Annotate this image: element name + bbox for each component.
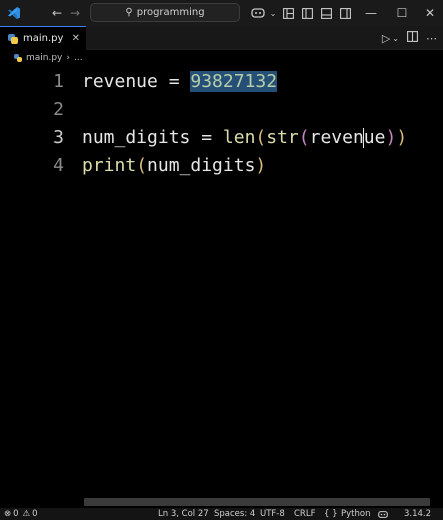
indentation-setting[interactable]: Spaces: 4	[214, 508, 255, 520]
split-editor-icon[interactable]	[407, 31, 418, 45]
code-token-paren: )	[385, 126, 397, 148]
error-count: 0	[13, 509, 19, 519]
breadcrumb-file[interactable]: main.py	[26, 53, 62, 63]
code-token-function: len	[222, 126, 256, 148]
cursor-position[interactable]: Ln 3, Col 27	[158, 508, 209, 520]
command-center-search[interactable]: ⚲ programming	[90, 3, 240, 22]
code-text: revenue = 93827132	[82, 70, 278, 92]
language-mode[interactable]: Python	[341, 508, 370, 520]
line-number: 1	[53, 70, 64, 92]
copilot-chevron-icon[interactable]: ⌄	[269, 4, 277, 22]
forward-arrow-icon[interactable]: →	[66, 4, 84, 22]
search-text: programming	[136, 7, 205, 18]
code-line: 3 num_digits = len(str(revenue))	[0, 123, 443, 151]
tab-main-py[interactable]: main.py ✕	[0, 26, 86, 50]
maximize-icon[interactable]: ☐	[393, 4, 411, 22]
more-actions-icon[interactable]: ⋯	[426, 32, 437, 45]
editor-actions: ▷ ⌄ ⋯	[382, 26, 443, 50]
horizontal-scrollbar[interactable]	[84, 498, 430, 506]
tab-label: main.py	[23, 33, 64, 44]
search-icon: ⚲	[125, 7, 133, 18]
code-token-paren: )	[396, 126, 408, 148]
chevron-right-icon: ›	[66, 53, 70, 63]
error-icon: ⊗	[4, 509, 12, 519]
code-token: revenue =	[82, 70, 191, 92]
run-chevron-icon[interactable]: ⌄	[392, 34, 399, 43]
toggle-secondary-sidebar-icon[interactable]	[338, 4, 352, 22]
code-token: num_digits =	[82, 126, 223, 148]
run-icon[interactable]: ▷	[382, 32, 390, 45]
code-token: ue	[363, 126, 386, 148]
code-token: reven	[309, 126, 364, 148]
breadcrumb: main.py › ...	[0, 50, 443, 66]
code-line: 1 revenue = 93827132	[0, 67, 443, 95]
copilot-icon[interactable]	[247, 4, 269, 22]
title-bar: ← → ⚲ programming ⌄ — ☐ ✕	[0, 0, 443, 26]
line-number: 4	[53, 154, 64, 176]
close-window-icon[interactable]: ✕	[421, 4, 439, 22]
breadcrumb-more[interactable]: ...	[74, 53, 83, 63]
line-number: 2	[53, 98, 64, 120]
warning-icon: ⚠	[22, 509, 31, 519]
layout-icon[interactable]	[281, 4, 295, 22]
editor-tab-bar: main.py ✕ ▷ ⌄ ⋯	[0, 26, 443, 50]
eol-setting[interactable]: CRLF	[294, 508, 315, 520]
code-token-paren: (	[136, 154, 148, 176]
toggle-panel-icon[interactable]	[319, 4, 333, 22]
python-file-icon	[8, 33, 18, 44]
python-interpreter-version[interactable]: 3.14.2	[404, 508, 431, 520]
copilot-status-icon[interactable]	[378, 508, 388, 520]
code-token: num_digits	[147, 154, 256, 176]
toggle-primary-sidebar-icon[interactable]	[300, 4, 314, 22]
selected-number-literal: 93827132	[190, 70, 278, 92]
code-line: 2	[0, 95, 443, 123]
warning-count: 0	[32, 509, 38, 519]
code-token-paren: (	[255, 126, 267, 148]
back-arrow-icon[interactable]: ←	[48, 4, 66, 22]
python-file-icon	[14, 54, 22, 62]
code-token-paren: (	[298, 126, 310, 148]
close-tab-icon[interactable]: ✕	[72, 33, 80, 44]
problems-indicator[interactable]: ⊗ 0 ⚠ 0	[4, 508, 38, 520]
vscode-logo-icon	[4, 4, 24, 22]
code-token-function: print	[82, 154, 137, 176]
code-editor[interactable]: 1 revenue = 93827132 2 3 num_digits = le…	[0, 66, 443, 496]
code-token-function: str	[266, 126, 299, 148]
status-bar: ⊗ 0 ⚠ 0 Ln 3, Col 27 Spaces: 4 UTF-8 CRL…	[0, 508, 443, 520]
minimize-icon[interactable]: —	[362, 4, 380, 22]
code-text: print(num_digits)	[82, 155, 266, 176]
code-text: num_digits = len(str(revenue))	[82, 127, 407, 148]
braces-icon[interactable]: { }	[324, 508, 338, 520]
code-line: 4 print(num_digits)	[0, 151, 443, 179]
code-token-paren: )	[255, 154, 267, 176]
line-number: 3	[53, 126, 64, 148]
encoding-setting[interactable]: UTF-8	[260, 508, 285, 520]
